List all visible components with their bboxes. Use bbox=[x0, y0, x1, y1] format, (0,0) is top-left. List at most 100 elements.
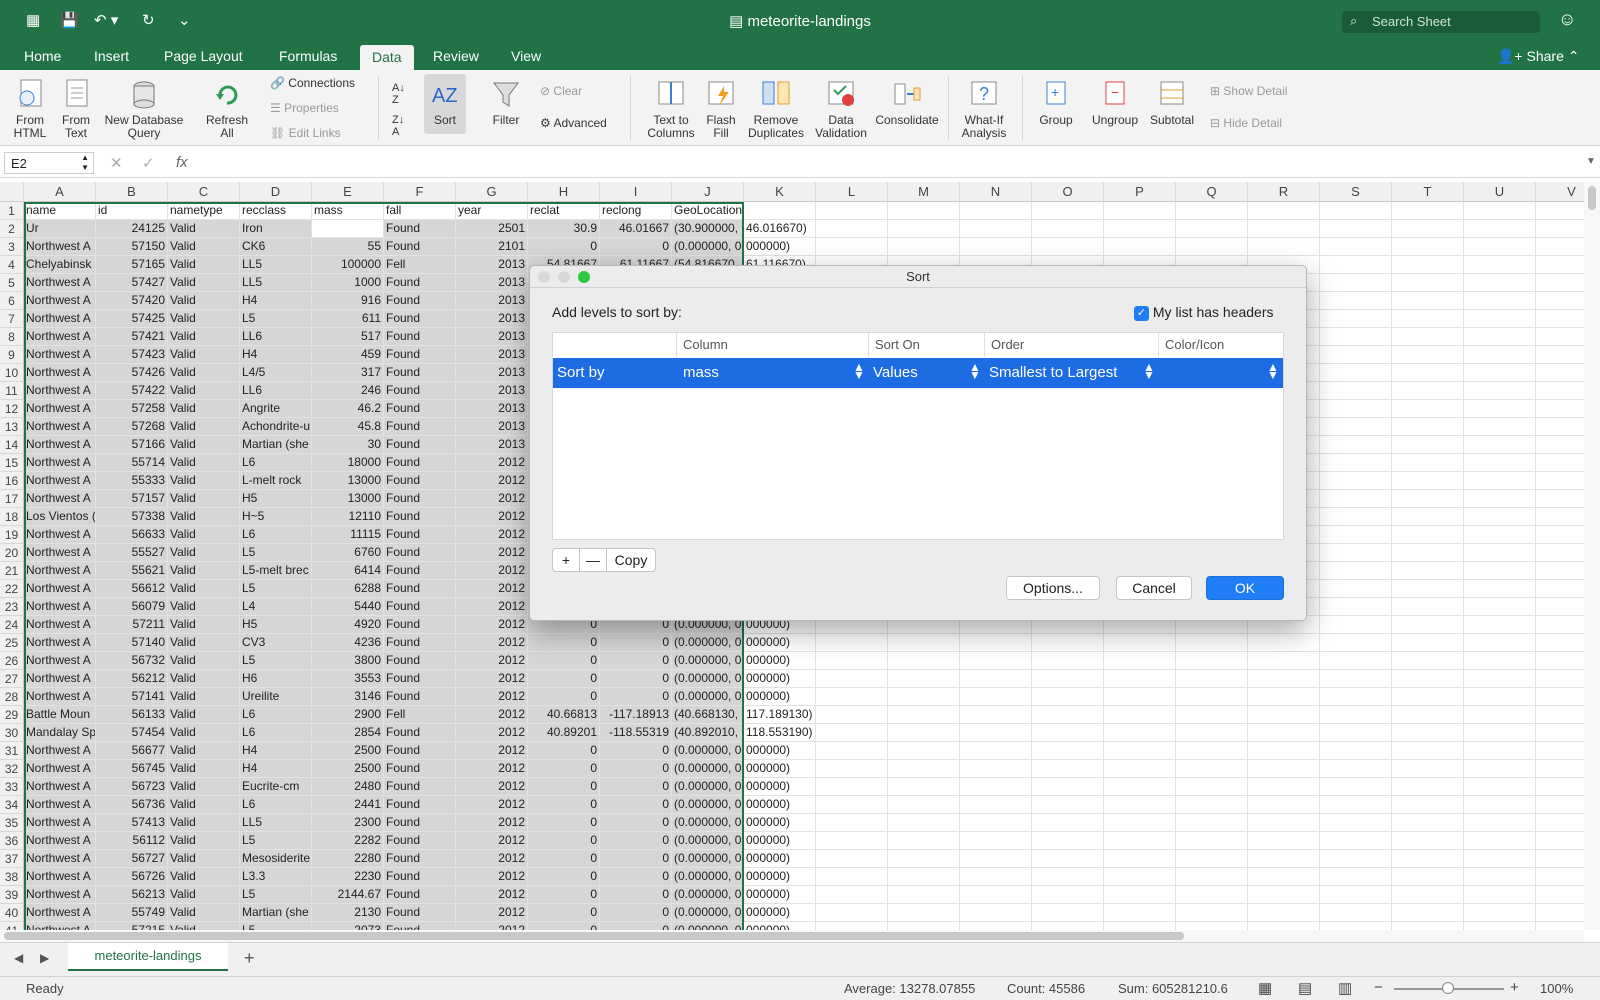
table-cell[interactable]: Northwest A bbox=[24, 238, 96, 256]
table-cell[interactable] bbox=[1320, 310, 1392, 328]
table-cell[interactable] bbox=[1320, 382, 1392, 400]
table-cell[interactable]: 55 bbox=[312, 238, 384, 256]
table-cell[interactable]: 000000) bbox=[744, 832, 816, 850]
table-cell[interactable]: Found bbox=[384, 886, 456, 904]
table-cell[interactable]: 000000) bbox=[744, 760, 816, 778]
table-cell[interactable]: 2130 bbox=[312, 904, 384, 922]
table-cell[interactable]: Northwest A bbox=[24, 436, 96, 454]
table-cell[interactable]: 56633 bbox=[96, 526, 168, 544]
table-cell[interactable] bbox=[1032, 868, 1104, 886]
table-cell[interactable]: L5 bbox=[240, 580, 312, 598]
table-cell[interactable] bbox=[1392, 724, 1464, 742]
select-all-corner[interactable] bbox=[0, 182, 24, 202]
table-cell[interactable] bbox=[1392, 922, 1464, 930]
table-cell[interactable]: Found bbox=[384, 868, 456, 886]
table-cell[interactable] bbox=[888, 220, 960, 238]
table-cell[interactable] bbox=[1032, 202, 1104, 220]
table-cell[interactable] bbox=[1464, 904, 1536, 922]
table-cell[interactable]: Northwest A bbox=[24, 922, 96, 930]
table-cell[interactable]: 57454 bbox=[96, 724, 168, 742]
table-cell[interactable] bbox=[1464, 832, 1536, 850]
table-cell[interactable] bbox=[1464, 508, 1536, 526]
table-cell[interactable]: 57150 bbox=[96, 238, 168, 256]
table-cell[interactable]: 2012 bbox=[456, 544, 528, 562]
table-cell[interactable]: 317 bbox=[312, 364, 384, 382]
table-cell[interactable]: L6 bbox=[240, 706, 312, 724]
table-cell[interactable]: Valid bbox=[168, 706, 240, 724]
row-header[interactable]: 36 bbox=[0, 832, 24, 850]
table-cell[interactable]: (0.000000, 0 bbox=[672, 904, 744, 922]
table-cell[interactable] bbox=[1536, 778, 1584, 796]
table-cell[interactable] bbox=[1176, 886, 1248, 904]
table-cell[interactable]: Martian (she bbox=[240, 904, 312, 922]
table-cell[interactable] bbox=[1464, 922, 1536, 930]
table-cell[interactable] bbox=[1320, 238, 1392, 256]
sort-level-row[interactable]: Sort by mass ▲ ▼ Values ▲ ▼ Smallest to La… bbox=[553, 358, 1283, 388]
table-cell[interactable] bbox=[1248, 706, 1320, 724]
table-cell[interactable]: L4/5 bbox=[240, 364, 312, 382]
table-cell[interactable]: (30.900000, bbox=[672, 220, 744, 238]
table-cell[interactable]: 56112 bbox=[96, 832, 168, 850]
table-cell[interactable]: Found bbox=[384, 346, 456, 364]
row-header[interactable]: 6 bbox=[0, 292, 24, 310]
insert-function-icon[interactable]: fx bbox=[176, 154, 188, 171]
table-cell[interactable]: 0 bbox=[528, 796, 600, 814]
horizontal-scrollbar[interactable] bbox=[0, 930, 1584, 942]
table-cell[interactable]: 13000 bbox=[312, 490, 384, 508]
table-cell[interactable]: 56723 bbox=[96, 778, 168, 796]
table-cell[interactable]: Achondrite-u bbox=[240, 418, 312, 436]
row-header[interactable]: 5 bbox=[0, 274, 24, 292]
order-stepper-icon[interactable]: ▲ ▼ bbox=[1143, 361, 1155, 381]
table-cell[interactable] bbox=[1464, 490, 1536, 508]
table-cell[interactable] bbox=[1320, 364, 1392, 382]
table-cell[interactable] bbox=[1392, 220, 1464, 238]
table-cell[interactable] bbox=[1032, 670, 1104, 688]
table-cell[interactable] bbox=[816, 778, 888, 796]
table-cell[interactable]: 2012 bbox=[456, 796, 528, 814]
table-cell[interactable]: (0.000000, 0 bbox=[672, 688, 744, 706]
connections-button[interactable]: 🔗 Connections bbox=[270, 76, 355, 90]
page-break-view-icon[interactable]: ▥ bbox=[1338, 979, 1352, 997]
table-cell[interactable]: Found bbox=[384, 508, 456, 526]
table-cell[interactable]: Valid bbox=[168, 904, 240, 922]
table-cell[interactable] bbox=[1104, 760, 1176, 778]
table-cell[interactable]: (0.000000, 0 bbox=[672, 886, 744, 904]
table-cell[interactable]: reclong bbox=[600, 202, 672, 220]
column-header[interactable]: P bbox=[1104, 182, 1176, 202]
table-cell[interactable] bbox=[816, 634, 888, 652]
tab-data[interactable]: Data bbox=[360, 45, 414, 71]
table-cell[interactable]: 3800 bbox=[312, 652, 384, 670]
table-cell[interactable]: Found bbox=[384, 400, 456, 418]
table-cell[interactable]: Iron bbox=[240, 220, 312, 238]
table-cell[interactable] bbox=[960, 670, 1032, 688]
table-cell[interactable] bbox=[960, 202, 1032, 220]
table-cell[interactable]: 2280 bbox=[312, 850, 384, 868]
table-cell[interactable]: Found bbox=[384, 634, 456, 652]
table-cell[interactable]: 000000) bbox=[744, 814, 816, 832]
sheet-tab-meteorite-landings[interactable]: meteorite-landings bbox=[68, 943, 228, 971]
name-box[interactable]: E2 ▲ ▼ bbox=[4, 152, 94, 174]
table-cell[interactable]: Northwest A bbox=[24, 274, 96, 292]
table-cell[interactable] bbox=[1392, 364, 1464, 382]
table-cell[interactable] bbox=[1320, 814, 1392, 832]
search-field[interactable]: ⌕ Search Sheet bbox=[1342, 11, 1540, 33]
row-header[interactable]: 10 bbox=[0, 364, 24, 382]
table-cell[interactable] bbox=[1536, 832, 1584, 850]
table-cell[interactable]: 0 bbox=[528, 760, 600, 778]
table-cell[interactable]: (0.000000, 0 bbox=[672, 868, 744, 886]
share-button[interactable]: 👤+ Share ⌃ bbox=[1497, 48, 1579, 65]
table-cell[interactable] bbox=[816, 688, 888, 706]
advanced-filter-button[interactable]: ⚙ Advanced bbox=[540, 116, 607, 130]
table-cell[interactable]: LL5 bbox=[240, 256, 312, 274]
table-cell[interactable]: 0 bbox=[528, 688, 600, 706]
close-window-button[interactable] bbox=[538, 271, 550, 283]
table-cell[interactable] bbox=[960, 688, 1032, 706]
table-cell[interactable]: reclat bbox=[528, 202, 600, 220]
sort-levels-list[interactable]: Column Sort On Order Color/Icon Sort by … bbox=[552, 332, 1284, 540]
add-sheet-icon[interactable]: + bbox=[244, 948, 255, 969]
table-cell[interactable] bbox=[1032, 688, 1104, 706]
table-cell[interactable] bbox=[1464, 202, 1536, 220]
table-cell[interactable]: 0 bbox=[600, 904, 672, 922]
table-cell[interactable]: 56133 bbox=[96, 706, 168, 724]
table-cell[interactable]: H4 bbox=[240, 292, 312, 310]
